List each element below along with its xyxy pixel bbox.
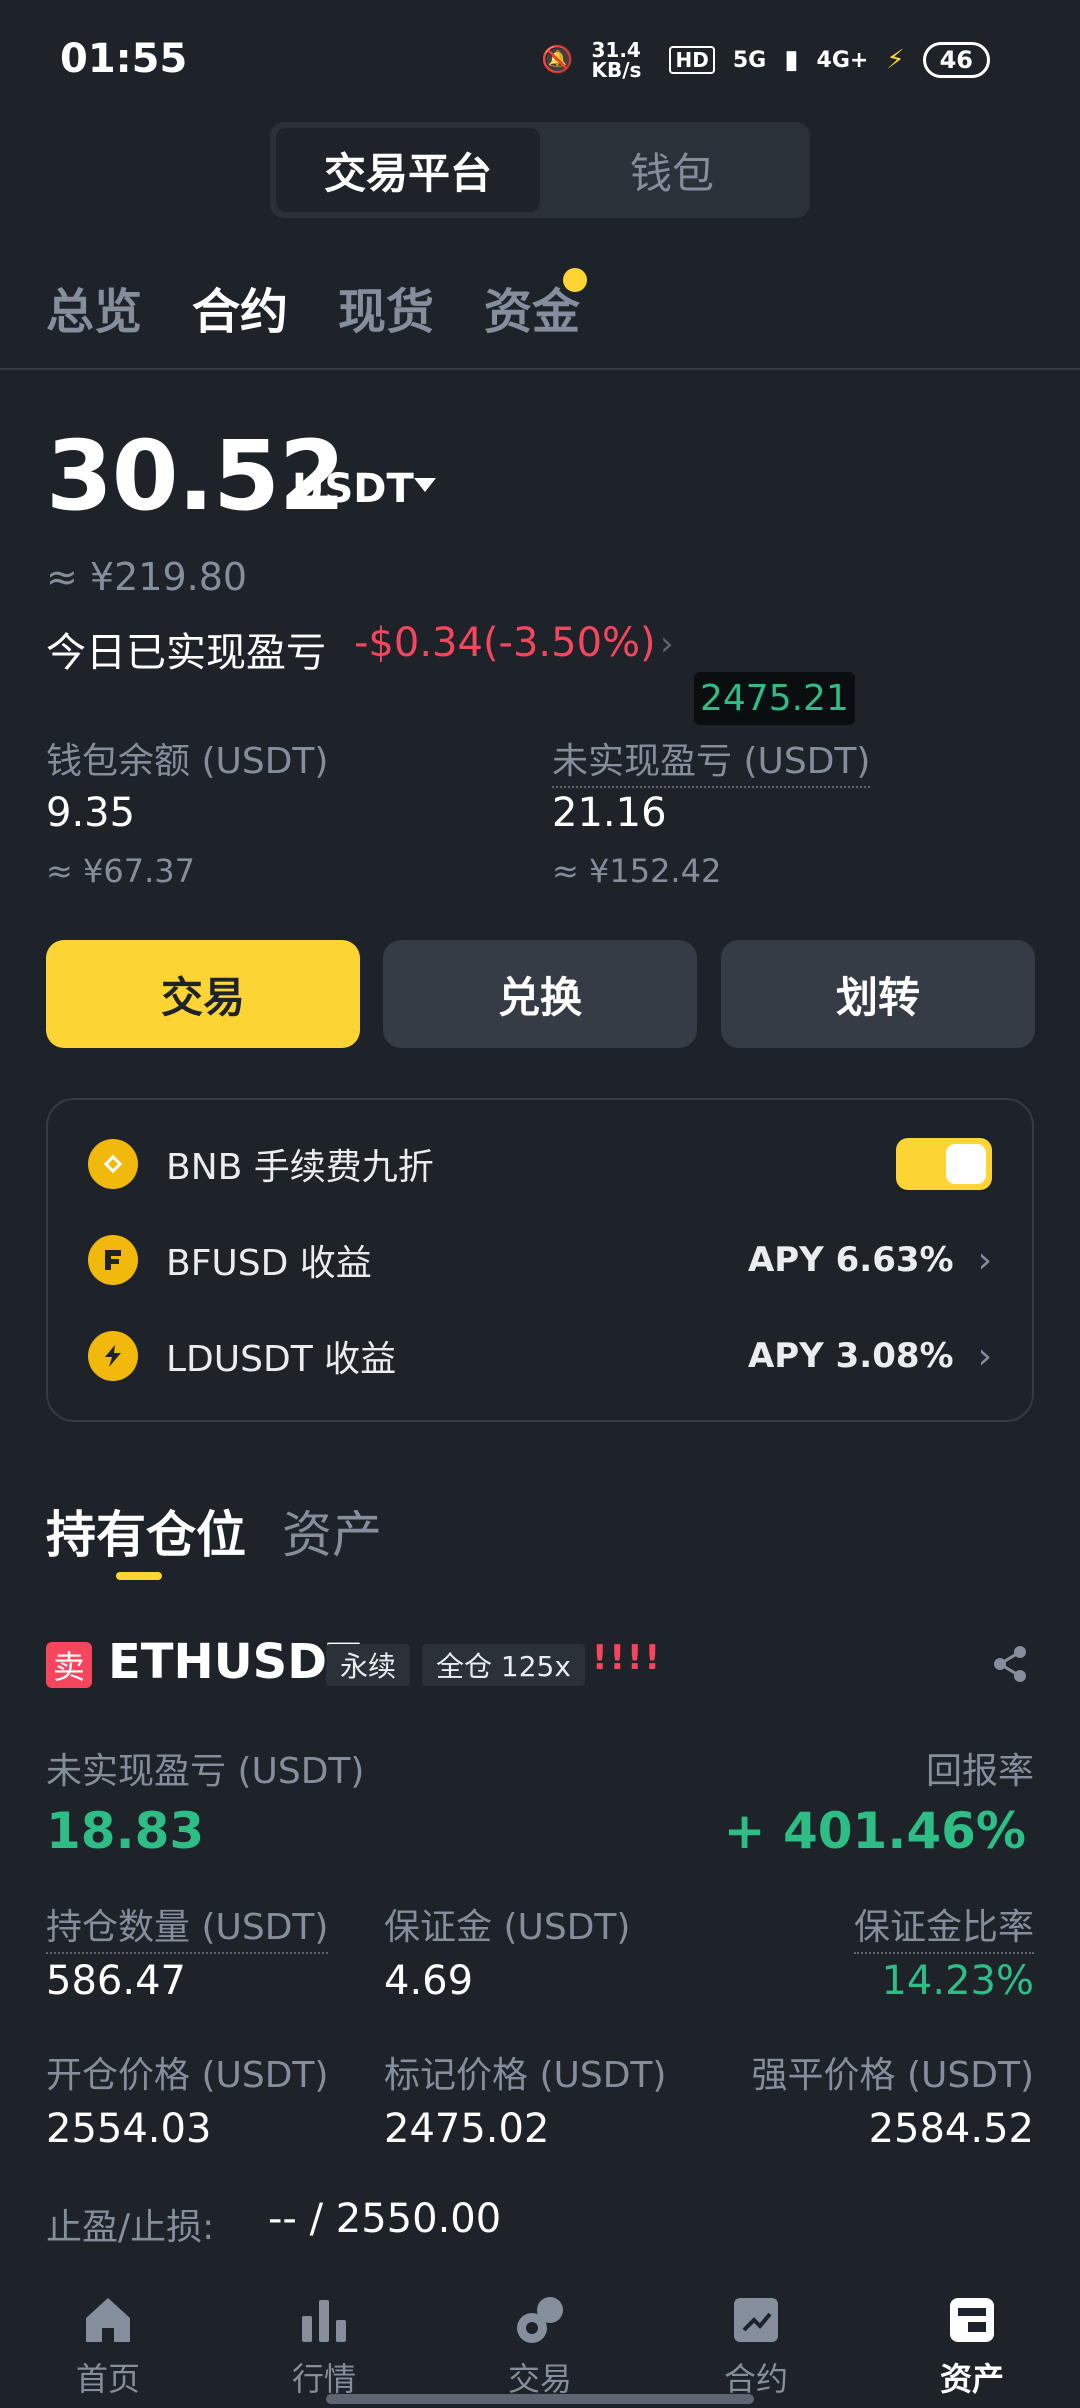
fee-earn-card: BNB 手续费九折 BFUSD 收益 APY 6.63% › LDUSDT 收益…	[46, 1098, 1034, 1422]
price-tooltip: 2475.21	[694, 672, 855, 725]
wallet-balance-approx: ≈ ¥67.37	[46, 852, 195, 890]
share-icon[interactable]	[990, 1644, 1030, 1688]
bnb-discount-row: BNB 手续费九折	[88, 1134, 992, 1194]
network-label: 5G	[732, 47, 767, 73]
hd-icon: HD	[669, 46, 715, 74]
ldusdt-icon	[88, 1331, 138, 1381]
margin-value: 4.69	[384, 1958, 474, 2004]
segment-exchange[interactable]: 交易平台	[276, 128, 540, 212]
tab-spot[interactable]: 现货	[338, 272, 434, 342]
tab-assets[interactable]: 资产	[282, 1495, 382, 1567]
mute-icon: 🔕	[541, 45, 574, 75]
tpsl-value[interactable]: -- / 2550.00	[268, 2196, 501, 2242]
bnb-discount-label: BNB 手续费九折	[166, 1147, 434, 1188]
network-speed: 31.4 KB/s	[591, 38, 642, 82]
bottom-nav: 首页 行情 交易 合约 资产	[0, 2276, 1080, 2408]
position-pnl-value: 18.83	[46, 1802, 205, 1860]
tab-overview[interactable]: 总览	[46, 272, 142, 342]
entry-price-value: 2554.03	[46, 2106, 212, 2152]
roi-value: + 401.46%	[723, 1802, 1026, 1860]
bnb-icon	[88, 1139, 138, 1189]
margin-ratio-value: 14.23%	[881, 1958, 1034, 2004]
margin-label: 保证金 (USDT)	[384, 1907, 631, 1948]
notification-dot	[563, 268, 587, 292]
tpsl-label: 止盈/止损:	[46, 2207, 215, 2248]
battery-icon: 46	[922, 42, 990, 78]
mark-price-label: 标记价格 (USDT)	[384, 2055, 667, 2096]
position-pnl-label: 未实现盈亏 (USDT)	[46, 1751, 365, 1792]
asset-tabs: 总览 合约 现货 资金	[46, 272, 580, 342]
balance-approx: ≈ ¥219.80	[46, 555, 248, 599]
trade-icon	[517, 2297, 563, 2343]
chevron-right-icon: ›	[977, 1239, 992, 1281]
nav-markets[interactable]: 行情	[216, 2276, 432, 2408]
mark-price-value: 2475.02	[384, 2106, 550, 2152]
size-label[interactable]: 持仓数量 (USDT)	[46, 1898, 329, 1954]
ldusdt-row[interactable]: LDUSDT 收益 APY 3.08% ›	[88, 1326, 992, 1386]
platform-switch: 交易平台 钱包	[270, 122, 810, 218]
balance-unit[interactable]: USDT	[292, 466, 414, 512]
lightning-icon: ⚡	[886, 45, 905, 75]
risk-warning: !!!!	[592, 1638, 663, 1678]
nav-trade[interactable]: 交易	[432, 2276, 648, 2408]
signal-icon: ▮	[784, 45, 799, 75]
bnb-discount-toggle[interactable]	[896, 1138, 992, 1190]
tab-positions[interactable]: 持有仓位	[46, 1495, 246, 1567]
unrealized-pnl-label[interactable]: 未实现盈亏 (USDT)	[552, 732, 871, 788]
convert-button[interactable]: 兑换	[383, 940, 697, 1048]
network2-label: 4G+	[816, 47, 869, 73]
contract-type-chip: 永续	[326, 1644, 411, 1686]
nav-home-label: 首页	[75, 2360, 140, 2398]
transfer-button[interactable]: 划转	[721, 940, 1035, 1048]
bfusd-apy: APY 6.63%	[747, 1240, 954, 1280]
chevron-right-icon: ›	[977, 1335, 992, 1377]
nav-home[interactable]: 首页	[0, 2276, 216, 2408]
wallet-balance-value: 9.35	[46, 790, 136, 836]
unrealized-pnl-value: 21.16	[552, 790, 667, 836]
status-icons: 🔕 31.4 KB/s HD 5G ▮ 4G+ ⚡ 46	[541, 40, 990, 80]
today-pnl-value: -$0.34(-3.50%)	[354, 620, 656, 666]
segment-wallet[interactable]: 钱包	[540, 128, 804, 212]
roi-label: 回报率	[925, 1751, 1034, 1792]
margin-mode-chip: 全仓 125x	[422, 1644, 585, 1686]
entry-price-label: 开仓价格 (USDT)	[46, 2055, 329, 2096]
liq-price-value: 2584.52	[868, 2106, 1034, 2152]
bfusd-row[interactable]: BFUSD 收益 APY 6.63% ›	[88, 1230, 992, 1290]
bfusd-icon	[88, 1235, 138, 1285]
home-icon	[86, 2298, 130, 2342]
bfusd-label: BFUSD 收益	[166, 1243, 372, 1284]
margin-ratio-label[interactable]: 保证金比率	[853, 1898, 1034, 1954]
caret-down-icon[interactable]	[414, 478, 436, 492]
chevron-right-icon[interactable]: ›	[660, 624, 674, 664]
tabs-divider	[0, 368, 1080, 370]
ldusdt-apy: APY 3.08%	[747, 1336, 954, 1376]
side-badge: 卖	[46, 1642, 92, 1688]
wallet-balance-label: 钱包余额 (USDT)	[46, 741, 329, 782]
futures-icon	[734, 2298, 778, 2342]
status-time: 01:55	[60, 36, 188, 82]
nav-assets-label: 资产	[939, 2360, 1004, 2398]
unrealized-pnl-approx: ≈ ¥152.42	[552, 852, 722, 890]
bar-chart-icon	[302, 2300, 346, 2342]
ldusdt-label: LDUSDT 收益	[166, 1339, 397, 1380]
home-indicator	[326, 2394, 754, 2404]
tab-underline	[116, 1572, 162, 1580]
liq-price-label: 强平价格 (USDT)	[751, 2055, 1034, 2096]
nav-assets[interactable]: 资产	[864, 2276, 1080, 2408]
nav-futures[interactable]: 合约	[648, 2276, 864, 2408]
trade-button[interactable]: 交易	[46, 940, 360, 1048]
wallet-icon	[950, 2298, 994, 2342]
today-pnl-label: 今日已实现盈亏	[46, 630, 326, 676]
position-symbol[interactable]: ETHUSDT	[108, 1634, 360, 1690]
tab-futures[interactable]: 合约	[192, 272, 288, 342]
size-value: 586.47	[46, 1958, 186, 2004]
